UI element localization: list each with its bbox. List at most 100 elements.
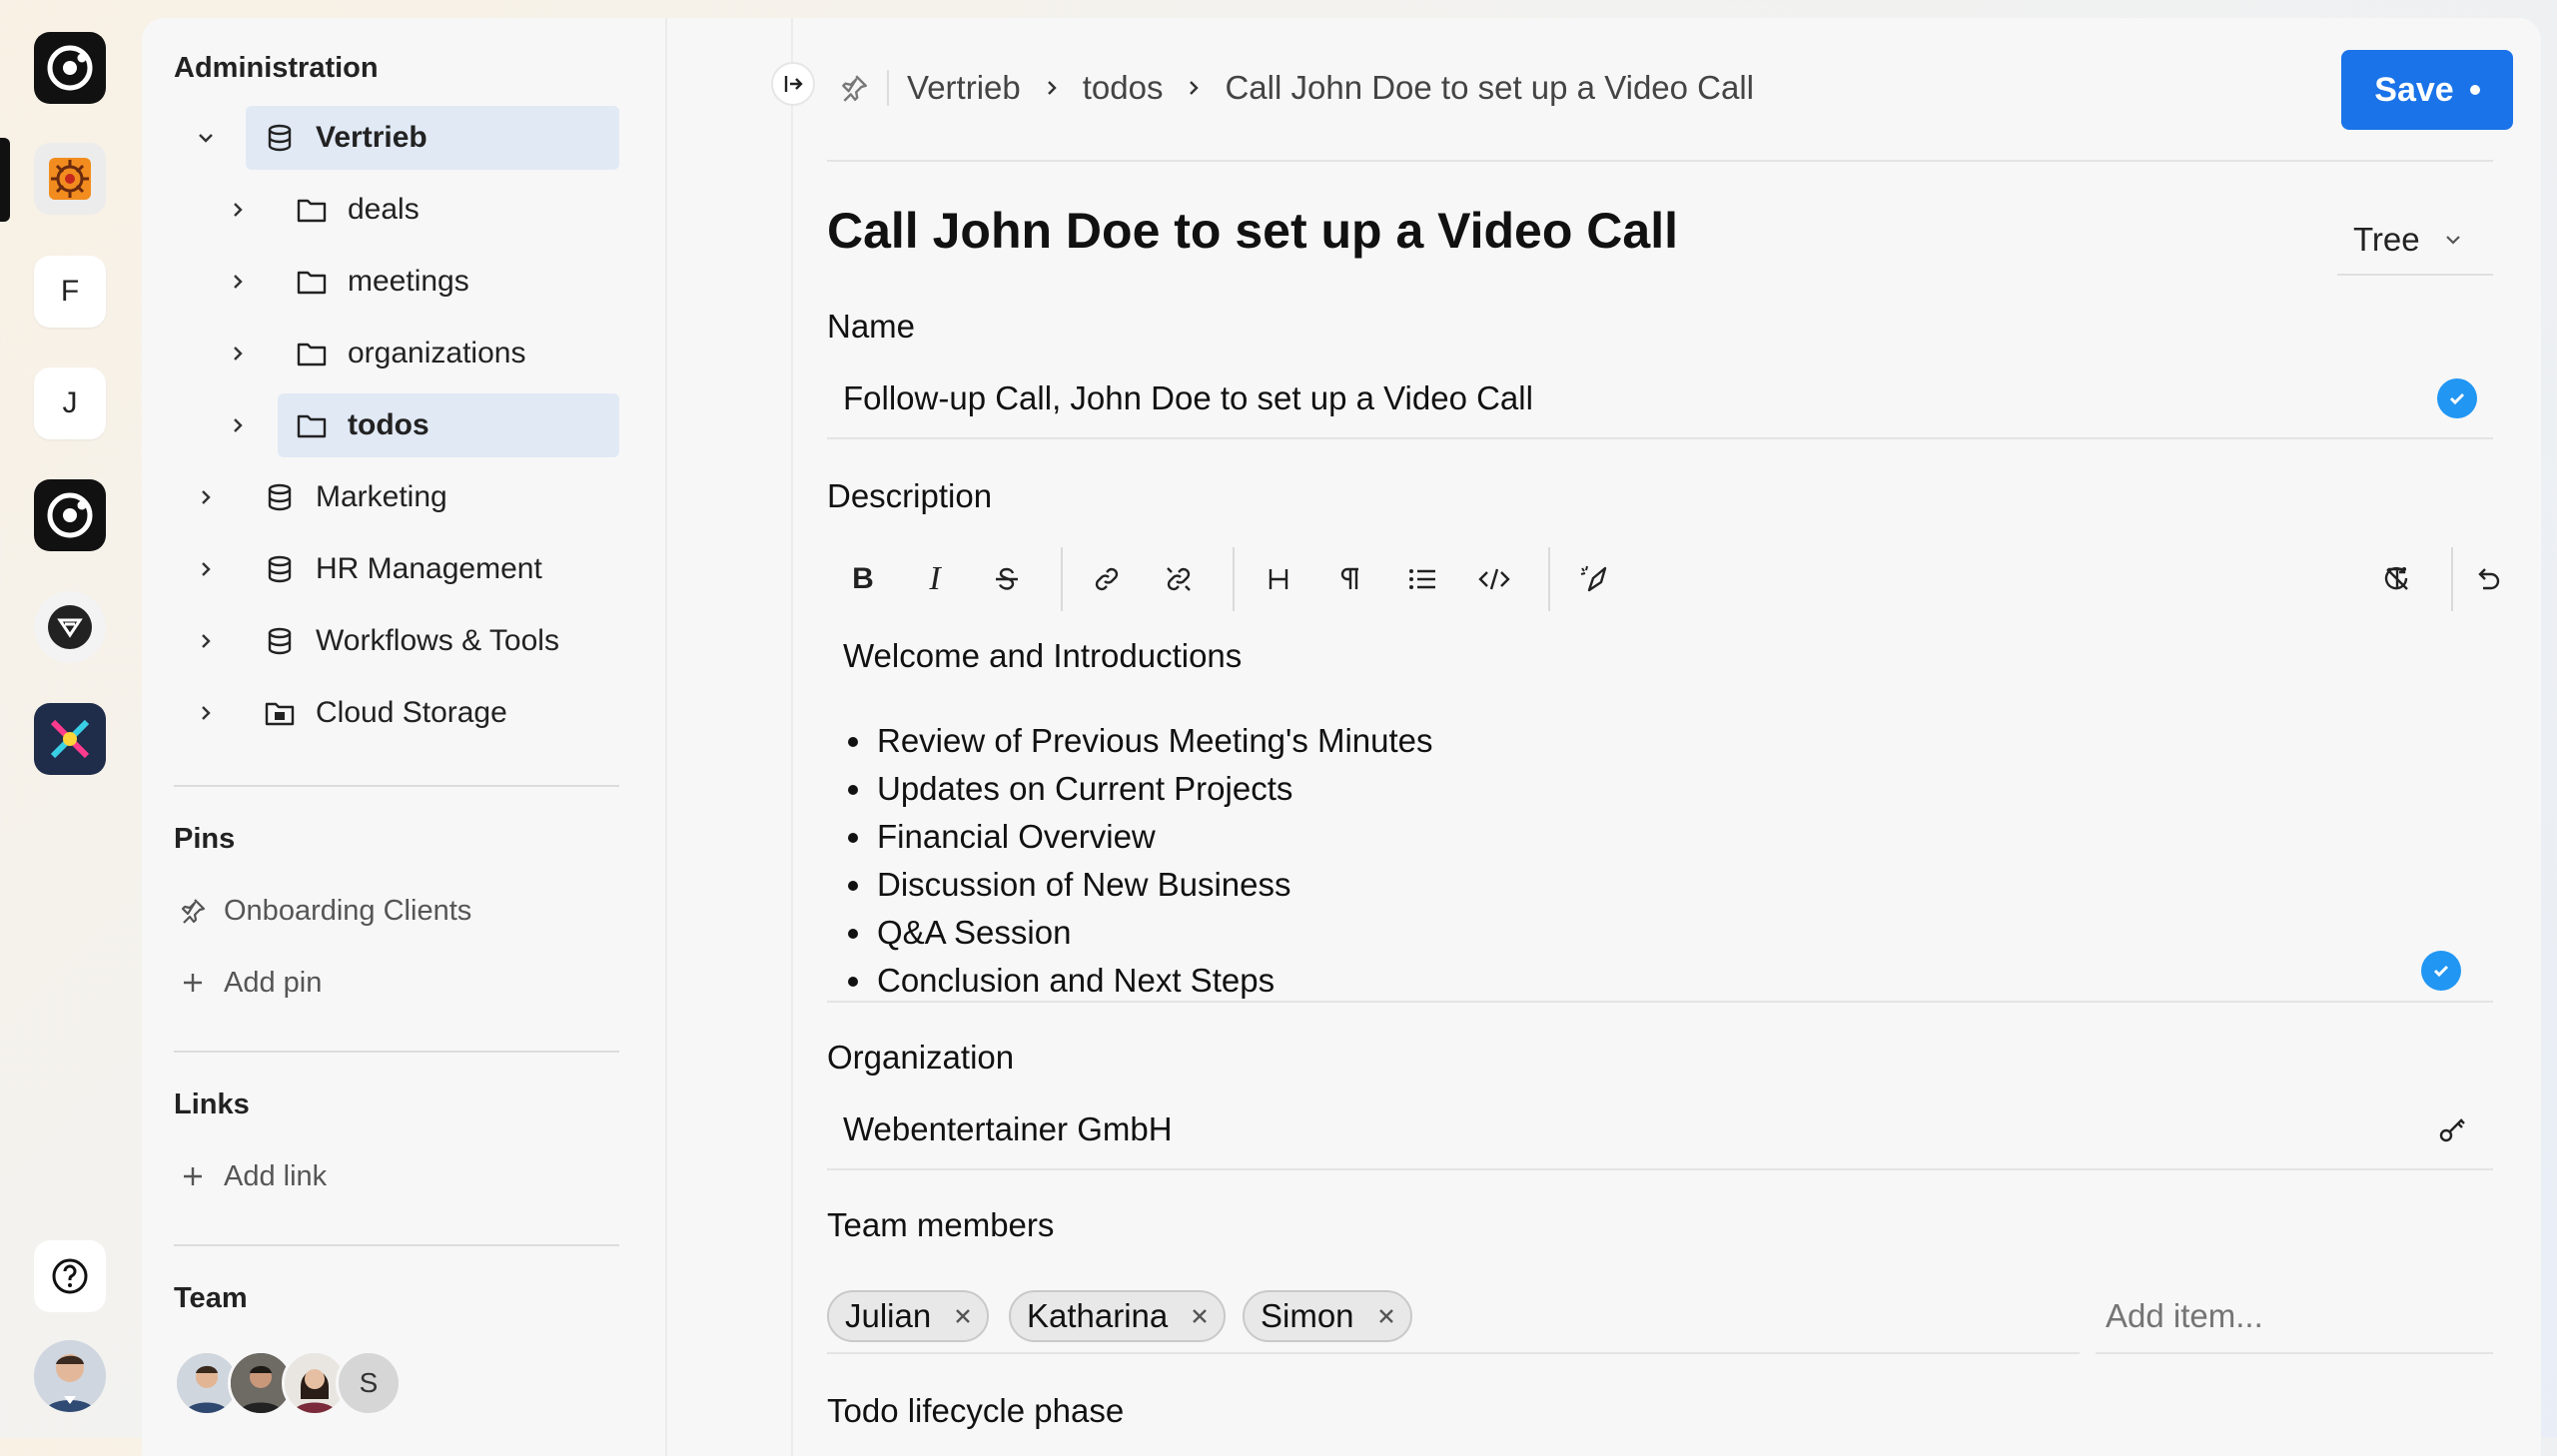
lifecycle-phase-label: Todo lifecycle phase (827, 1392, 1125, 1429)
sidebar-divider (174, 785, 619, 787)
sidebar-item-marketing[interactable]: Marketing (246, 465, 619, 529)
chevron-down-icon (2442, 221, 2464, 259)
workflows-expand-chevron-icon[interactable] (188, 623, 224, 659)
sidebar-item-vertrieb[interactable]: Vertrieb (246, 106, 619, 170)
hr-management-expand-chevron-icon[interactable] (188, 551, 224, 587)
meetings-expand-chevron-icon[interactable] (220, 264, 256, 300)
database-icon (262, 623, 298, 659)
add-pin-button[interactable]: Add pin (176, 961, 322, 1005)
chevron-right-icon (1185, 79, 1203, 97)
undo-icon[interactable] (2469, 555, 2505, 603)
description-list-item: Discussion of New Business (875, 861, 1433, 909)
todos-expand-chevron-icon[interactable] (220, 407, 256, 443)
pins-title: Pins (174, 823, 236, 855)
sidebar-item-todos[interactable]: todos (278, 393, 619, 457)
organizations-expand-chevron-icon[interactable] (220, 336, 256, 371)
pin-item-onboarding-clients[interactable]: Onboarding Clients (176, 889, 471, 933)
description-list-item: Q&A Session (875, 909, 1433, 957)
toolbar-separator (1233, 547, 1235, 611)
code-icon[interactable] (1470, 555, 1518, 603)
plus-icon (176, 1159, 210, 1193)
strikethrough-icon[interactable] (983, 555, 1031, 603)
description-valid-check-icon (2421, 951, 2461, 991)
bold-icon[interactable]: B (839, 555, 887, 603)
name-label: Name (827, 308, 916, 345)
remove-chip-icon[interactable] (953, 1306, 973, 1326)
unsaved-indicator-dot (2469, 85, 2480, 95)
sidebar-divider (174, 1244, 619, 1246)
folder-icon (294, 264, 330, 300)
vertrieb-collapse-chevron-icon[interactable] (188, 120, 224, 156)
workspace-f-button[interactable]: F (34, 256, 106, 328)
triangle-app-icon[interactable] (34, 591, 106, 663)
collapse-sidebar-button[interactable] (771, 62, 815, 106)
cloud-storage-expand-chevron-icon[interactable] (188, 695, 224, 731)
sidebar-item-hr-management[interactable]: HR Management (246, 537, 619, 601)
name-field[interactable]: Follow-up Call, John Doe to set up a Vid… (843, 379, 1533, 417)
organization-field[interactable]: Webentertainer GmbH (843, 1110, 1173, 1148)
app-rail: F J (0, 0, 140, 1438)
remove-chip-icon[interactable] (1376, 1306, 1396, 1326)
team-member-chip[interactable]: Julian (827, 1290, 990, 1342)
description-list[interactable]: Review of Previous Meeting's Minutes Upd… (843, 717, 1433, 1005)
editor-toolbar: B I (827, 541, 2500, 617)
folder-icon (294, 192, 330, 228)
user-avatar[interactable] (34, 1340, 106, 1412)
tools-app-icon[interactable] (34, 703, 106, 775)
breadcrumb-item-todos[interactable]: todos (1083, 69, 1164, 107)
team-member-chip[interactable]: Simon (1243, 1290, 1412, 1342)
organization-underline (827, 1168, 2493, 1170)
sidebar-item-workflows-tools[interactable]: Workflows & Tools (246, 609, 619, 673)
gear-app-icon[interactable] (34, 143, 106, 215)
breadcrumb: Vertrieb todos Call John Doe to set up a… (839, 66, 1754, 110)
team-title: Team (174, 1282, 248, 1314)
description-list-item: Updates on Current Projects (875, 765, 1433, 813)
remove-chip-icon[interactable] (1190, 1306, 1210, 1326)
team-avatar-initial[interactable]: S (336, 1350, 402, 1416)
header-divider (827, 160, 2493, 162)
marketing-expand-chevron-icon[interactable] (188, 479, 224, 515)
heading-icon[interactable] (1255, 555, 1302, 603)
sidebar-item-cloud-storage[interactable]: Cloud Storage (246, 681, 619, 745)
bullet-list-icon[interactable] (1398, 555, 1446, 603)
description-list-item: Conclusion and Next Steps (875, 957, 1433, 1005)
breadcrumb-item-current: Call John Doe to set up a Video Call (1225, 69, 1755, 106)
view-mode-select[interactable]: Tree (2337, 206, 2493, 276)
paragraph-icon[interactable] (1326, 555, 1374, 603)
magic-pen-icon[interactable] (1570, 555, 1618, 603)
deals-expand-chevron-icon[interactable] (220, 192, 256, 228)
workspace-j-button[interactable]: J (34, 367, 106, 439)
folder-icon (294, 407, 330, 443)
sidebar-item-deals[interactable]: deals (278, 178, 619, 242)
organization-label: Organization (827, 1039, 1015, 1076)
team-members-label: Team members (827, 1206, 1055, 1243)
database-icon (262, 120, 298, 156)
page-title: Call John Doe to set up a Video Call (827, 203, 1679, 259)
description-heading: Welcome and Introductions (843, 637, 1243, 674)
sidebar-item-meetings[interactable]: meetings (278, 250, 619, 314)
add-link-button[interactable]: Add link (176, 1154, 327, 1198)
team-member-chip[interactable]: Katharina (1009, 1290, 1227, 1342)
italic-icon[interactable]: I (911, 555, 959, 603)
workspace-logo-icon[interactable] (34, 32, 106, 104)
help-icon[interactable] (34, 1240, 106, 1312)
save-button[interactable]: Save (2341, 50, 2513, 130)
workspace-logo-2-icon[interactable] (34, 479, 106, 551)
administration-title: Administration (174, 52, 379, 84)
sidebar-item-organizations[interactable]: organizations (278, 322, 619, 385)
add-team-member-input[interactable] (2096, 1294, 2503, 1338)
pin-page-icon[interactable] (839, 73, 869, 103)
unlink-icon[interactable] (1155, 555, 1203, 603)
toolbar-separator (2451, 547, 2453, 611)
plus-icon (176, 966, 210, 1000)
links-title: Links (174, 1089, 250, 1120)
link-icon[interactable] (1083, 555, 1131, 603)
breadcrumb-divider (887, 70, 889, 106)
toolbar-separator (1548, 547, 1550, 611)
redo-icon[interactable] (2373, 555, 2421, 603)
sidebar: Administration Vertrieb deals meetings o… (142, 18, 667, 1456)
panel-divider (791, 18, 793, 1456)
breadcrumb-item-vertrieb[interactable]: Vertrieb (907, 69, 1021, 107)
key-icon[interactable] (2437, 1112, 2471, 1151)
sidebar-divider (174, 1051, 619, 1053)
